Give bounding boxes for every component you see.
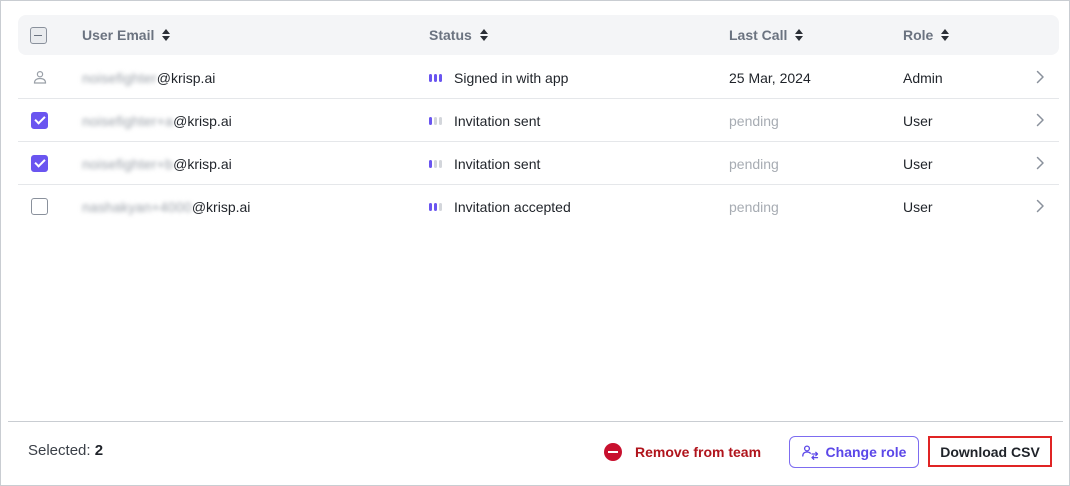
table-row[interactable]: nashakyan+4000 @krisp.ai Invitation accep…	[18, 185, 1059, 228]
column-header-last-call[interactable]: Last Call	[729, 15, 804, 55]
email-domain: @krisp.ai	[156, 69, 216, 86]
status-cell: Invitation accepted	[429, 185, 571, 228]
email-domain: @krisp.ai	[173, 155, 232, 172]
role-cell: User	[903, 198, 933, 215]
role-cell: User	[903, 112, 933, 129]
role-cell: User	[903, 155, 933, 172]
column-header-role-label: Role	[903, 27, 934, 43]
email-masked: noisefighter+a	[82, 112, 174, 129]
chevron-right-icon[interactable]	[1033, 70, 1047, 84]
change-role-label: Change role	[825, 444, 907, 460]
selected-count: 2	[94, 442, 104, 459]
remove-from-team-button[interactable]: Remove from team	[604, 437, 761, 467]
footer-divider	[8, 421, 1063, 422]
status-text: Invitation accepted	[454, 198, 571, 215]
column-header-status-label: Status	[429, 27, 472, 43]
email-domain: @krisp.ai	[191, 198, 251, 215]
users-switch-icon	[801, 444, 818, 460]
row-checkbox[interactable]	[31, 155, 48, 172]
email-masked: nashakyan+4000	[82, 198, 192, 215]
status-level-icon	[429, 116, 442, 125]
email-cell: noisefighter+a @krisp.ai	[82, 99, 232, 142]
status-text: Signed in with app	[454, 69, 569, 86]
table-row[interactable]: noisefighter @krisp.ai Signed in with app…	[18, 56, 1059, 99]
chevron-right-icon[interactable]	[1033, 113, 1047, 127]
change-role-button[interactable]: Change role	[789, 436, 919, 468]
selected-count-label: Selected: 2	[28, 442, 103, 459]
table-header: User Email Status Last Call Role	[18, 15, 1059, 55]
chevron-right-icon[interactable]	[1033, 156, 1047, 170]
status-level-icon	[429, 159, 442, 168]
row-checkbox[interactable]	[31, 198, 48, 215]
status-cell: Signed in with app	[429, 56, 568, 99]
status-cell: Invitation sent	[429, 99, 540, 142]
row-checkbox[interactable]	[31, 112, 48, 129]
status-level-icon	[429, 202, 442, 211]
remove-from-team-label: Remove from team	[635, 444, 762, 460]
last-call-cell: pending	[729, 198, 779, 215]
email-masked: noisefighter+b	[82, 155, 174, 172]
email-cell: nashakyan+4000 @krisp.ai	[82, 185, 250, 228]
email-masked: noisefighter	[82, 69, 157, 86]
sort-icon[interactable]	[941, 29, 950, 41]
column-header-email[interactable]: User Email	[82, 15, 171, 55]
last-call-cell: 25 Mar, 2024	[729, 69, 811, 86]
chevron-right-icon[interactable]	[1033, 199, 1047, 213]
status-text: Invitation sent	[454, 112, 541, 129]
minus-circle-icon	[604, 443, 622, 461]
select-all-checkbox[interactable]	[30, 27, 47, 44]
user-icon	[33, 70, 47, 84]
email-cell: noisefighter+b @krisp.ai	[82, 142, 232, 185]
last-call-cell: pending	[729, 155, 779, 172]
status-level-icon	[429, 73, 442, 82]
table-row[interactable]: noisefighter+b @krisp.ai Invitation sent …	[18, 142, 1059, 185]
column-header-email-label: User Email	[82, 27, 155, 43]
column-header-status[interactable]: Status	[429, 15, 488, 55]
email-domain: @krisp.ai	[173, 112, 232, 129]
email-cell: noisefighter @krisp.ai	[82, 56, 215, 99]
sort-icon[interactable]	[479, 29, 488, 41]
column-header-role[interactable]: Role	[903, 15, 950, 55]
table-row[interactable]: noisefighter+a @krisp.ai Invitation sent …	[18, 99, 1059, 142]
sort-icon[interactable]	[162, 29, 171, 41]
last-call-cell: pending	[729, 112, 779, 129]
download-csv-button[interactable]: Download CSV	[928, 436, 1052, 467]
selected-label: Selected:	[28, 442, 91, 459]
role-cell: Admin	[903, 69, 943, 86]
status-cell: Invitation sent	[429, 142, 540, 185]
column-header-last-call-label: Last Call	[729, 27, 788, 43]
team-members-panel: User Email Status Last Call Role noisefi…	[0, 0, 1070, 486]
status-text: Invitation sent	[454, 155, 541, 172]
sort-icon[interactable]	[795, 29, 804, 41]
